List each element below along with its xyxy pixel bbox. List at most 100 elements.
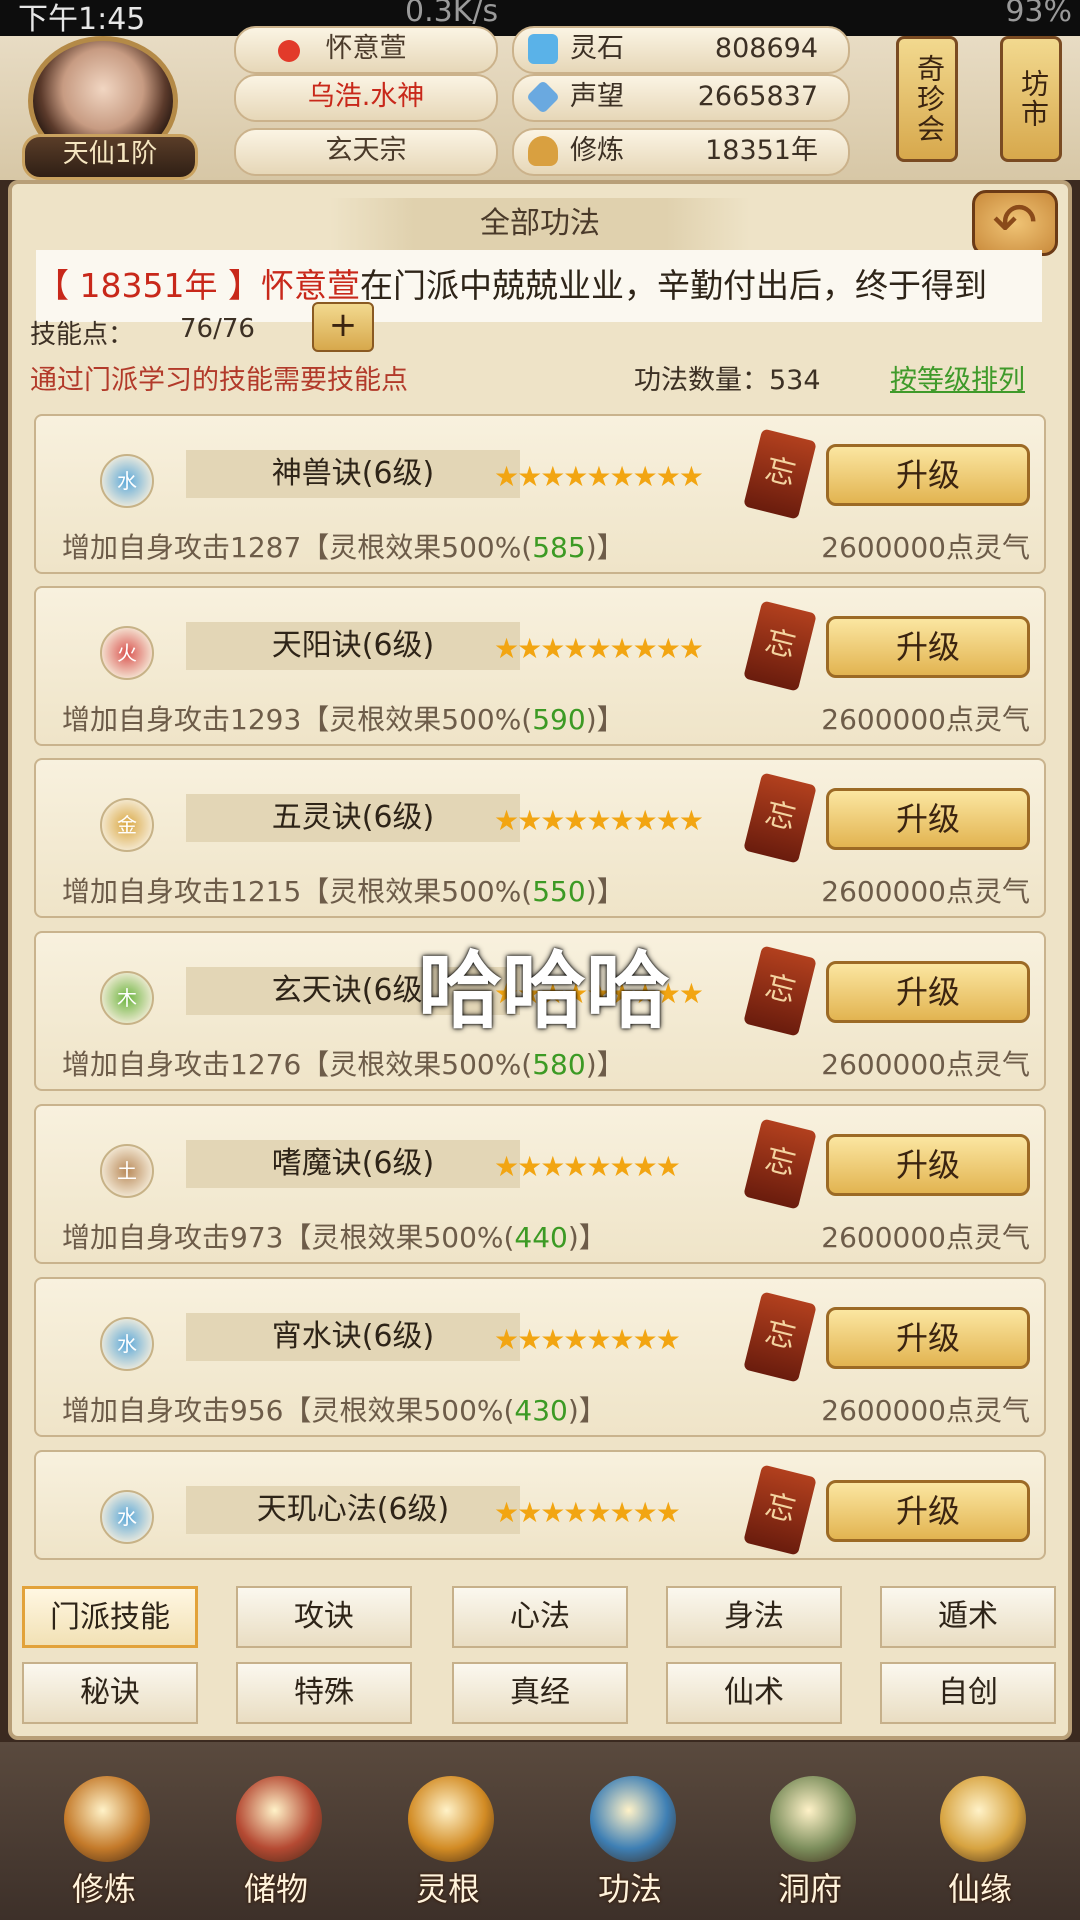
effect-bonus: 550 <box>532 875 586 908</box>
player-name-pill: 怀意萱 <box>234 26 498 74</box>
bottom-nav: 修炼 储物 灵根 功法 洞府 仙缘 <box>0 1742 1080 1920</box>
back-arrow-icon[interactable]: ↶ <box>972 190 1058 256</box>
skill-name: 五灵诀(6级) <box>186 794 520 842</box>
tab-row1-4[interactable]: 遁术 <box>880 1586 1056 1648</box>
effect-bonus: 580 <box>532 1048 586 1081</box>
tab-row1-0[interactable]: 门派技能 <box>22 1586 198 1648</box>
forget-tag-icon[interactable]: 忘 <box>743 1291 817 1383</box>
status-battery: 93% <box>1005 0 1072 29</box>
meditation-icon <box>528 136 558 166</box>
skill-effect: 增加自身攻击1293【灵根效果500%(590)】 <box>62 703 625 736</box>
forget-tag-icon[interactable]: 忘 <box>743 1464 817 1556</box>
resource-spirit-stone: 灵石 808694 <box>512 26 850 74</box>
overlay-caption: 哈哈哈 <box>418 942 671 1040</box>
resource-cultivation: 修炼 18351年 <box>512 128 850 176</box>
effect-bonus: 440 <box>514 1221 568 1254</box>
gourd-icon <box>940 1776 1026 1862</box>
nav-label: 储物 <box>243 1870 308 1908</box>
nav-house[interactable]: 洞府 <box>740 1748 880 1918</box>
skill-points-value: 76/76 <box>180 314 255 344</box>
skill-effect: 增加自身攻击973【灵根效果500%(440)】 <box>62 1221 607 1254</box>
ticker-name: 怀意萱 <box>260 266 360 305</box>
treasure-fair-button[interactable]: 奇珍会 <box>896 36 958 162</box>
nav-book[interactable]: 功法 <box>560 1748 700 1918</box>
skill-name: 嗜魔诀(6级) <box>186 1140 520 1188</box>
skill-card[interactable]: 土 嗜魔诀(6级) ★★★★★★★★ 忘 升级 增加自身攻击973【灵根效果500… <box>34 1104 1046 1264</box>
skill-name: 宵水诀(6级) <box>186 1313 520 1361</box>
tab-row1-3[interactable]: 身法 <box>666 1586 842 1648</box>
skill-name: 天阳诀(6级) <box>186 622 520 670</box>
upgrade-button[interactable]: 升级 <box>826 788 1030 850</box>
nav-label: 灵根 <box>415 1870 480 1908</box>
forget-tag-icon[interactable]: 忘 <box>743 428 817 520</box>
ticker-text: 在门派中兢兢业业，辛勤付出后，终于得到 <box>359 266 987 305</box>
add-skill-points-button[interactable]: + <box>312 302 374 352</box>
nav-monk[interactable]: 修炼 <box>34 1748 174 1918</box>
house-icon <box>770 1776 856 1862</box>
skill-points-hint: 通过门派学习的技能需要技能点 <box>30 365 408 396</box>
tab-row2-2[interactable]: 真经 <box>452 1662 628 1724</box>
skill-card[interactable]: 水 神兽诀(6级) ★★★★★★★★★ 忘 升级 增加自身攻击1287【灵根效果5… <box>34 414 1046 574</box>
bag-icon <box>236 1776 322 1862</box>
status-network-speed: 0.3K/s <box>405 0 499 29</box>
monk-icon <box>64 1776 150 1862</box>
star-rating: ★★★★★★★★ <box>494 1496 681 1529</box>
ticker-year: 【 18351年 】 <box>36 266 261 305</box>
skill-effect: 增加自身攻击1287【灵根效果500%(585)】 <box>62 531 625 564</box>
skill-name: 天玑心法(6级) <box>186 1486 520 1534</box>
upgrade-cost: 2600000点灵气 <box>821 1221 1030 1254</box>
player-name: 怀意萱 <box>325 33 407 64</box>
nav-gourd[interactable]: 仙缘 <box>910 1748 1050 1918</box>
skill-effect: 增加自身攻击956【灵根效果500%(430)】 <box>62 1394 607 1427</box>
tab-row2-0[interactable]: 秘诀 <box>22 1662 198 1724</box>
effect-bonus: 590 <box>532 703 586 736</box>
upgrade-button[interactable]: 升级 <box>826 616 1030 678</box>
upgrade-cost: 2600000点灵气 <box>821 531 1030 564</box>
upgrade-button[interactable]: 升级 <box>826 961 1030 1023</box>
skill-effect: 增加自身攻击1276【灵根效果500%(580)】 <box>62 1048 625 1081</box>
effect-bonus: 430 <box>514 1394 568 1427</box>
skill-card[interactable]: 水 天玑心法(6级) ★★★★★★★★ 忘 升级 <box>34 1450 1046 1560</box>
forget-tag-icon[interactable]: 忘 <box>743 600 817 692</box>
upgrade-button[interactable]: 升级 <box>826 444 1030 506</box>
red-dot-icon <box>278 40 300 62</box>
resource-reputation: 声望 2665837 <box>512 74 850 122</box>
element-icon: 木 <box>100 971 154 1025</box>
forget-tag-icon[interactable]: 忘 <box>743 1118 817 1210</box>
triskele-icon <box>408 1776 494 1862</box>
sort-by-level-link[interactable]: 按等级排列 <box>890 358 1025 397</box>
market-button[interactable]: 坊市 <box>1000 36 1062 162</box>
nav-label: 仙缘 <box>947 1870 1012 1908</box>
upgrade-button[interactable]: 升级 <box>826 1134 1030 1196</box>
element-icon: 水 <box>100 1317 154 1371</box>
nav-label: 功法 <box>597 1870 662 1908</box>
tab-row2-3[interactable]: 仙术 <box>666 1662 842 1724</box>
status-time: 下午1:45 <box>18 2 146 37</box>
nav-bag[interactable]: 储物 <box>206 1748 346 1918</box>
upgrade-cost: 2600000点灵气 <box>821 875 1030 908</box>
sect-pill: 玄天宗 <box>234 128 498 176</box>
nav-label: 修炼 <box>71 1870 136 1908</box>
upgrade-button[interactable]: 升级 <box>826 1480 1030 1542</box>
skill-card[interactable]: 金 五灵诀(6级) ★★★★★★★★★ 忘 升级 增加自身攻击1215【灵根效果5… <box>34 758 1046 918</box>
upgrade-button[interactable]: 升级 <box>826 1307 1030 1369</box>
tab-row2-4[interactable]: 自创 <box>880 1662 1056 1724</box>
spirit-stone-icon <box>528 34 558 64</box>
star-rating: ★★★★★★★★★ <box>494 632 704 665</box>
star-rating: ★★★★★★★★★ <box>494 804 704 837</box>
forget-tag-icon[interactable]: 忘 <box>743 945 817 1037</box>
tab-row1-2[interactable]: 心法 <box>452 1586 628 1648</box>
skill-card[interactable]: 水 宵水诀(6级) ★★★★★★★★ 忘 升级 增加自身攻击956【灵根效果500… <box>34 1277 1046 1437</box>
skill-card[interactable]: 火 天阳诀(6级) ★★★★★★★★★ 忘 升级增加自身攻击1293【灵根效果5… <box>34 586 1046 746</box>
element-icon: 火 <box>100 626 154 680</box>
upgrade-cost: 2600000点灵气 <box>821 703 1030 736</box>
element-icon: 水 <box>100 454 154 508</box>
tab-row1-1[interactable]: 攻诀 <box>236 1586 412 1648</box>
skill-count: 功法数量：534 <box>634 365 821 396</box>
upgrade-cost: 2600000点灵气 <box>821 1394 1030 1427</box>
nav-triskele[interactable]: 灵根 <box>378 1748 518 1918</box>
news-ticker: 【 18351年 】怀意萱在门派中兢兢业业，辛勤付出后，终于得到 <box>36 250 1042 322</box>
tab-row2-1[interactable]: 特殊 <box>236 1662 412 1724</box>
skill-effect: 增加自身攻击1215【灵根效果500%(550)】 <box>62 875 625 908</box>
forget-tag-icon[interactable]: 忘 <box>743 772 817 864</box>
